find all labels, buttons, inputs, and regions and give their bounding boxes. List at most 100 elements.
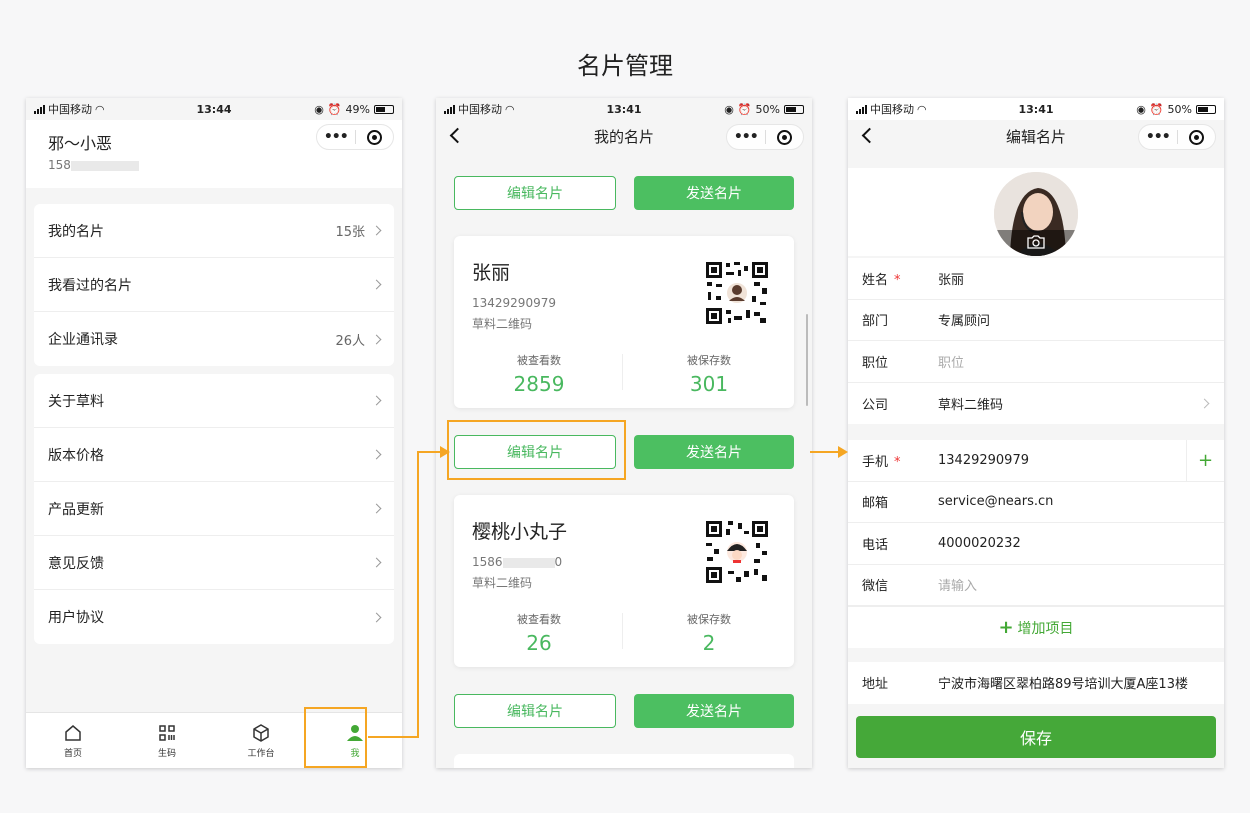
send-card-button[interactable]: 发送名片 [634, 176, 794, 210]
user-name: 邪～小恶 [48, 134, 113, 153]
menu-item-viewed-cards[interactable]: 我看过的名片 [34, 258, 394, 312]
position-field[interactable]: 职位 职位 [848, 341, 1224, 383]
miniprogram-capsule[interactable]: ••• [726, 124, 804, 150]
card-actions: 编辑名片 发送名片 [454, 176, 794, 210]
carrier: 中国移动 [458, 103, 502, 116]
battery-percent: 49% [345, 102, 370, 116]
card-company: 草料二维码 [472, 317, 533, 331]
edit-card-button[interactable]: 编辑名片 [454, 694, 616, 728]
add-mobile-icon[interactable]: + [1186, 440, 1224, 481]
wechat-field[interactable]: 微信 请输入 [848, 565, 1224, 606]
alarm-icon: ⏰ [737, 102, 752, 116]
location-icon: ◉ [314, 102, 324, 116]
business-card[interactable]: 张丽 13429290979 草料二维码 被查看数 2859 被保存数 301 [454, 236, 794, 408]
signal-icon [34, 104, 45, 114]
arrow-connector-icon [368, 446, 450, 738]
tab-generate[interactable]: 生码 [120, 713, 214, 768]
telephone-field[interactable]: 电话 4000020232 [848, 523, 1224, 565]
qr-code-icon[interactable] [704, 260, 770, 326]
menu-item-about[interactable]: 关于草料 [34, 374, 394, 428]
card-actions: 编辑名片 发送名片 [454, 694, 794, 728]
clock: 13:41 [606, 102, 642, 116]
views-label: 被查看数 [517, 354, 561, 367]
menu-item-updates[interactable]: 产品更新 [34, 482, 394, 536]
edit-card-screen: 中国移动 ◠ 13:41 ◉ ⏰ 50% 编辑名片 ••• 姓名 * 张丽 部门 专属顾问 … [848, 98, 1224, 768]
name-field[interactable]: 姓名 * 张丽 [848, 258, 1224, 300]
scrollbar[interactable] [806, 314, 808, 406]
more-icon[interactable]: ••• [727, 129, 765, 145]
close-miniprogram-icon[interactable] [766, 129, 804, 145]
basic-info-form: 姓名 * 张丽 部门 专属顾问 职位 职位 公司 草料二维码 [848, 258, 1224, 424]
battery-percent: 50% [755, 102, 780, 116]
avatar[interactable] [994, 172, 1078, 256]
business-card[interactable]: 樱桃小丸子 1586 0 草料二维码 被查看数 26 被保存数 2 [454, 495, 794, 667]
more-icon[interactable]: ••• [1139, 129, 1177, 145]
miniprogram-capsule[interactable]: ••• [1138, 124, 1216, 150]
clock: 13:44 [196, 102, 232, 116]
saves-count: 301 [689, 372, 729, 396]
company-field[interactable]: 公司 草料二维码 [848, 383, 1224, 425]
qr-code-icon[interactable] [704, 519, 770, 585]
plus-icon: + [998, 617, 1014, 638]
alarm-icon: ⏰ [1149, 102, 1164, 116]
card-name: 张丽 [472, 262, 511, 284]
business-card-peek [454, 754, 794, 768]
highlight-edit-button [447, 420, 626, 480]
menu-item-feedback[interactable]: 意见反馈 [34, 536, 394, 590]
chevron-right-icon [371, 279, 382, 290]
wifi-icon: ◠ [917, 102, 927, 116]
address-form: 地址 宁波市海曙区翠柏路89号培训大厦A座13楼 [848, 662, 1224, 704]
location-icon: ◉ [724, 102, 734, 116]
miniprogram-capsule[interactable]: ••• [316, 124, 394, 150]
highlight-tab-me [304, 707, 367, 768]
contact-form: 手机 * 13429290979 + 邮箱 service@nears.cn 电话 400… [848, 440, 1224, 648]
battery-icon [1196, 104, 1216, 114]
chevron-right-icon [371, 225, 382, 236]
signal-icon [444, 104, 455, 114]
views-count: 2859 [513, 372, 565, 396]
required-mark: * [894, 454, 901, 470]
status-bar: 中国移动 ◠ 13:41 ◉ ⏰ 50% [436, 98, 812, 120]
more-icon[interactable]: ••• [317, 129, 355, 145]
profile-screen: 中国移动 ◠ 13:44 ◉ ⏰ 49% 邪～小恶 158 ••• 我的名片 15张 我… [26, 98, 402, 768]
edit-card-button[interactable]: 编辑名片 [454, 176, 616, 210]
arrow-right-icon [810, 446, 848, 458]
camera-icon [1027, 235, 1045, 249]
wifi-icon: ◠ [95, 102, 105, 116]
wifi-icon: ◠ [505, 102, 515, 116]
status-bar: 中国移动 ◠ 13:41 ◉ ⏰ 50% [848, 98, 1224, 120]
menu-item-my-cards[interactable]: 我的名片 15张 [34, 204, 394, 258]
alarm-icon: ⏰ [327, 102, 342, 116]
close-miniprogram-icon[interactable] [356, 129, 394, 145]
department-field[interactable]: 部门 专属顾问 [848, 300, 1224, 341]
saves-label: 被保存数 [687, 613, 731, 626]
menu-item-agreement[interactable]: 用户协议 [34, 590, 394, 644]
mobile-field[interactable]: 手机 * 13429290979 + [848, 440, 1224, 482]
email-field[interactable]: 邮箱 service@nears.cn [848, 482, 1224, 523]
masked-digits [70, 160, 139, 171]
tab-home[interactable]: 首页 [26, 713, 120, 768]
signal-icon [856, 104, 867, 114]
views-label: 被查看数 [517, 613, 561, 626]
views-count: 26 [526, 631, 552, 655]
masked-digits [502, 557, 555, 568]
battery-percent: 50% [1167, 102, 1192, 116]
chevron-right-icon [371, 395, 382, 406]
add-item-button[interactable]: + 增加项目 [848, 606, 1224, 648]
menu-item-directory[interactable]: 企业通讯录 26人 [34, 312, 394, 366]
menu-item-pricing[interactable]: 版本价格 [34, 428, 394, 482]
battery-icon [374, 104, 394, 114]
card-name: 樱桃小丸子 [472, 521, 568, 543]
save-button[interactable]: 保存 [856, 716, 1216, 758]
user-phone: 158 [48, 158, 139, 172]
address-field[interactable]: 地址 宁波市海曙区翠柏路89号培训大厦A座13楼 [848, 662, 1224, 704]
carrier: 中国移动 [870, 103, 914, 116]
card-company: 草料二维码 [472, 576, 533, 590]
send-card-button[interactable]: 发送名片 [634, 435, 794, 469]
close-miniprogram-icon[interactable] [1178, 129, 1216, 145]
send-card-button[interactable]: 发送名片 [634, 694, 794, 728]
battery-icon [784, 104, 804, 114]
tab-workbench[interactable]: 工作台 [214, 713, 308, 768]
card-phone: 13429290979 [472, 296, 556, 310]
page-title: 名片管理 [577, 52, 673, 80]
